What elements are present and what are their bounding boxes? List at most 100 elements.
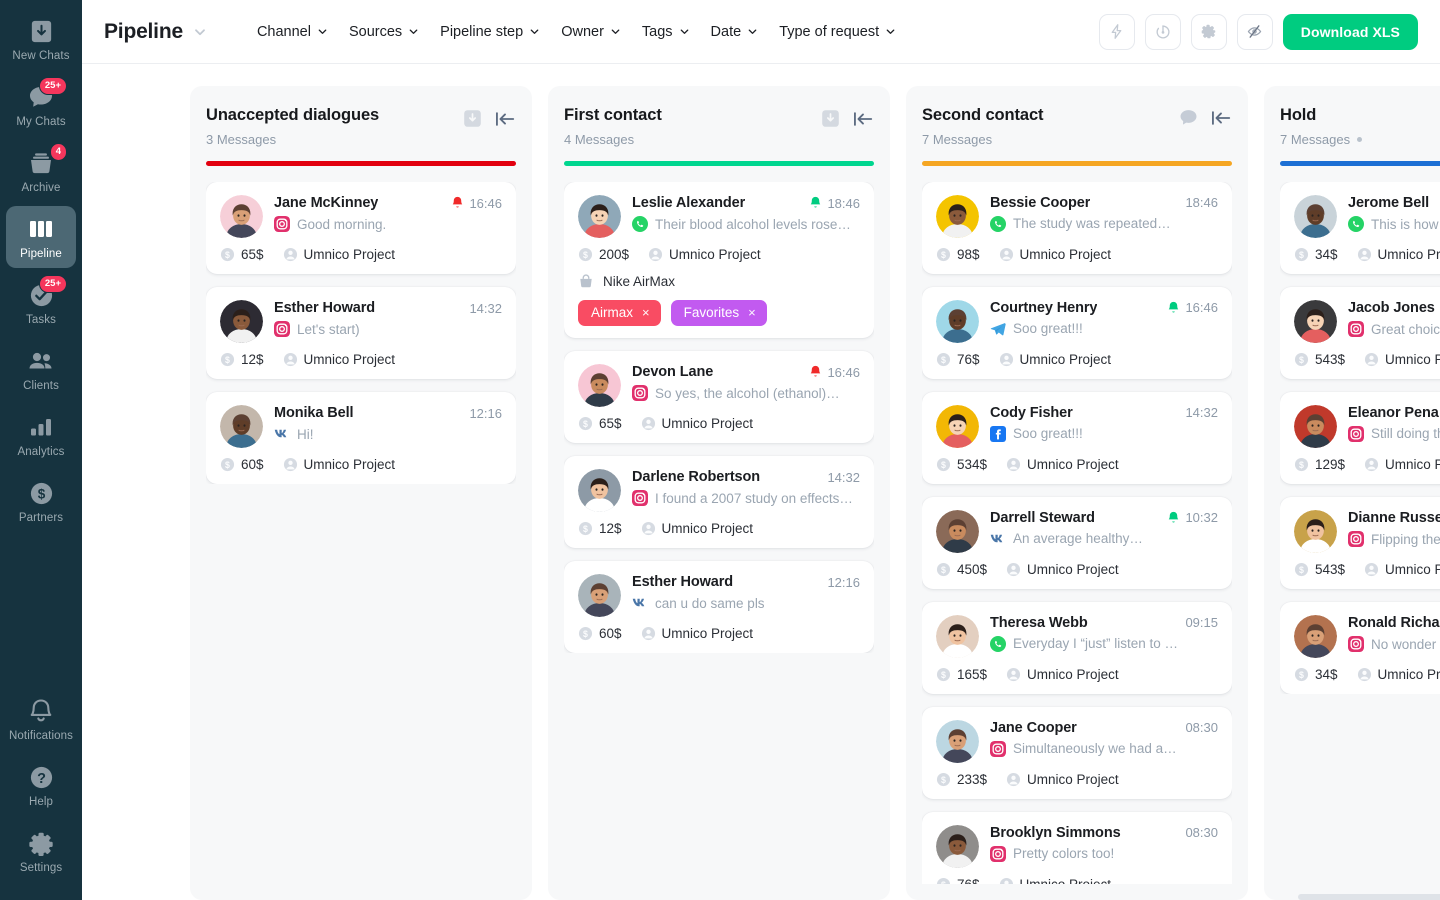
download-xls-button[interactable]: Download XLS (1283, 14, 1418, 50)
page-title: Pipeline (104, 20, 183, 44)
pipeline-card[interactable]: Brooklyn Simmons08:30Pretty colors too!$… (922, 812, 1232, 884)
dollar-icon: $ (936, 562, 951, 577)
deal-amount-value: 450$ (957, 562, 987, 577)
sidebar-item-tasks[interactable]: 25+Tasks (6, 272, 76, 334)
pipeline-card[interactable]: Theresa Webb09:15Everyday I “just” liste… (922, 602, 1232, 694)
card-message-row: Still doing this man 💣 (1348, 426, 1440, 442)
telegram-icon (990, 321, 1006, 337)
avatar (936, 300, 979, 343)
sidebar-item-notifications[interactable]: Notifications (6, 688, 76, 750)
person-icon (1364, 352, 1379, 367)
avatar (578, 574, 621, 617)
collapse-left-icon[interactable] (852, 109, 874, 129)
message-preview: Soo great!!! (1013, 321, 1083, 336)
sidebar-item-new-chats[interactable]: New Chats (6, 8, 76, 70)
settings-gear-button[interactable] (1191, 14, 1227, 50)
eye-off-icon (1245, 22, 1264, 41)
person-icon (1364, 562, 1379, 577)
pipeline-card[interactable]: Devon Lane16:46So yes, the alcohol (etha… (564, 351, 874, 443)
svg-text:$: $ (583, 524, 588, 534)
sidebar-item-help[interactable]: ?Help (6, 754, 76, 816)
filter-owner[interactable]: Owner (561, 24, 621, 40)
pipeline-card[interactable]: Cody Fisher14:32Soo great!!!$534$Umnico … (922, 392, 1232, 484)
avatar (936, 195, 979, 238)
tag-remove-icon[interactable]: × (642, 306, 650, 319)
filter-channel[interactable]: Channel (257, 24, 328, 40)
card-name-row: Ronald Richards09 (1348, 615, 1440, 631)
contact-name: Esther Howard (274, 300, 375, 316)
pipeline-card[interactable]: Jane McKinney16:46Good morning.$65$Umnic… (206, 182, 516, 274)
owner-name: Umnico Project (1378, 667, 1440, 682)
card-message-row: So yes, the alcohol (ethanol)… (632, 385, 860, 401)
sidebar-item-analytics[interactable]: Analytics (6, 404, 76, 466)
pipeline-card[interactable]: Jacob JonesGreat choice of Acronym AP…$5… (1280, 287, 1440, 379)
filter-date[interactable]: Date (711, 24, 759, 40)
person-icon (641, 521, 656, 536)
question-circle-icon: ? (26, 763, 56, 791)
card-message-row: Good morning. (274, 216, 502, 232)
filter-label: Date (711, 24, 742, 40)
card-message-row: Soo great!!! (990, 426, 1218, 442)
filter-type-of-request[interactable]: Type of request (779, 24, 896, 40)
owner: Umnico Project (999, 352, 1112, 367)
pipeline-card[interactable]: Leslie Alexander18:46Their blood alcohol… (564, 182, 874, 338)
pipeline-card[interactable]: Ronald Richards09No wonder they say that… (1280, 602, 1440, 694)
card-body: Bessie Cooper18:46The study was repeated… (990, 195, 1218, 238)
pipeline-card[interactable]: Esther Howard14:32Let's start)$12$Umnico… (206, 287, 516, 379)
sidebar-item-clients[interactable]: Clients (6, 338, 76, 400)
inbox-download-icon[interactable] (462, 108, 483, 129)
pipeline-card[interactable]: Dianne RussellFlipping the cassette whil… (1280, 497, 1440, 589)
pipeline-card[interactable]: Darlene Robertson14:32I found a 2007 stu… (564, 456, 874, 548)
pipeline-card[interactable]: Esther Howard12:16can u do same pls$60$U… (564, 561, 874, 653)
eye-off-button[interactable] (1237, 14, 1273, 50)
dollar-icon: $ (578, 626, 593, 641)
person-icon (283, 352, 298, 367)
tag-chip[interactable]: Airmax× (578, 300, 661, 326)
filter-pipeline-step[interactable]: Pipeline step (440, 24, 540, 40)
horizontal-scrollbar[interactable] (1298, 894, 1440, 900)
pipeline-card[interactable]: Jane Cooper08:30Simultaneously we had a…… (922, 707, 1232, 799)
inbox-download-icon[interactable] (820, 108, 841, 129)
collapse-left-icon[interactable] (1210, 108, 1232, 128)
shopping-bag-icon (578, 273, 594, 289)
pipeline-card[interactable]: Jerome BellThis is how Neo sees the wo…$… (1280, 182, 1440, 274)
card-message-row: Their blood alcohol levels rose… (632, 216, 860, 232)
person-icon (1357, 667, 1372, 682)
card-meta: $65$Umnico Project (578, 416, 860, 431)
message-preview: Their blood alcohol levels rose… (655, 217, 851, 232)
pipeline-card[interactable]: Darrell Steward10:32An average healthy…$… (922, 497, 1232, 589)
refresh-sync-button[interactable] (1145, 14, 1181, 50)
owner-name: Umnico Project (662, 521, 754, 536)
sidebar-item-pipeline[interactable]: Pipeline (6, 206, 76, 268)
facebook-icon (990, 426, 1006, 442)
person-icon (1006, 772, 1021, 787)
deal-amount: $60$ (220, 457, 264, 472)
message-preview: can u do same pls (655, 596, 765, 611)
svg-text:$: $ (941, 355, 946, 365)
dollar-icon: $ (578, 247, 593, 262)
card-top: Ronald Richards09No wonder they say that (1294, 615, 1440, 658)
filter-sources[interactable]: Sources (349, 24, 419, 40)
pipeline-card[interactable]: Monika Bell12:16Hi!$60$Umnico Project (206, 392, 516, 484)
pipeline-card[interactable]: Eleanor PenaStill doing this man 💣$129$U… (1280, 392, 1440, 484)
tag-remove-icon[interactable]: × (748, 306, 756, 319)
tag-chip[interactable]: Favorites× (671, 300, 767, 326)
collapse-left-icon[interactable] (494, 109, 516, 129)
lightning-bolt-button[interactable] (1099, 14, 1135, 50)
page-title-chevron-down-icon[interactable] (193, 25, 207, 39)
sidebar-item-settings[interactable]: Settings (6, 820, 76, 882)
filter-tags[interactable]: Tags (642, 24, 690, 40)
pipeline-card[interactable]: Bessie Cooper18:46The study was repeated… (922, 182, 1232, 274)
sidebar-item-archive[interactable]: 4Archive (6, 140, 76, 202)
sidebar-item-partners[interactable]: $Partners (6, 470, 76, 532)
card-top: Bessie Cooper18:46The study was repeated… (936, 195, 1218, 238)
deal-amount-value: 200$ (599, 247, 629, 262)
sidebar-item-my-chats[interactable]: 25+My Chats (6, 74, 76, 136)
message-time: 18:46 (827, 196, 860, 211)
deal-amount-value: 76$ (957, 877, 980, 884)
pipeline-card[interactable]: Courtney Henry16:46Soo great!!!$76$Umnic… (922, 287, 1232, 379)
svg-text:$: $ (1299, 460, 1304, 470)
chat-bubble-icon[interactable] (1178, 108, 1199, 128)
svg-text:$: $ (941, 670, 946, 680)
instagram-icon (990, 846, 1006, 862)
